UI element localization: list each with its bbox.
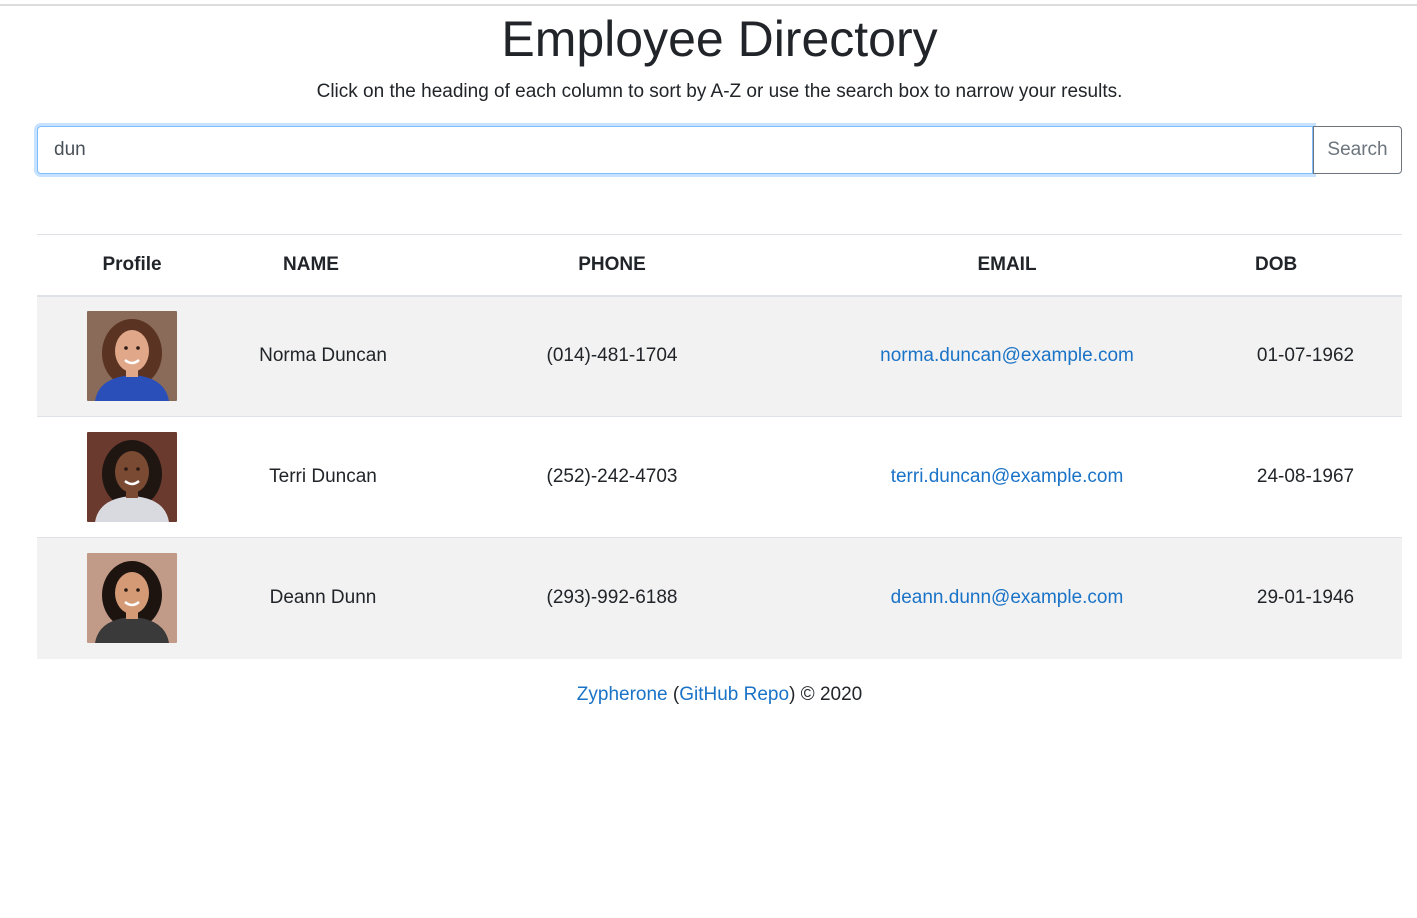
footer-copyright: ) © 2020 [789, 684, 863, 705]
footer-open-paren: ( [667, 684, 680, 705]
column-header-profile[interactable]: Profile [37, 234, 227, 297]
email-link[interactable]: deann.dunn@example.com [891, 587, 1124, 608]
page-title: Employee Directory [501, 11, 938, 67]
email-link[interactable]: norma.duncan@example.com [880, 345, 1134, 366]
table-row: Norma Duncan (014)-481-1704 norma.duncan… [37, 295, 1402, 417]
github-repo-link[interactable]: GitHub Repo [679, 684, 789, 705]
name-cell: Deann Dunn [227, 537, 419, 659]
footer: Zypherone (GitHub Repo) © 2020 [37, 683, 1402, 707]
dob-cell: 29-01-1946 [1209, 537, 1402, 659]
phone-cell: (252)-242-4703 [419, 416, 805, 538]
avatar [87, 311, 177, 402]
avatar [87, 553, 177, 644]
email-cell: norma.duncan@example.com [805, 296, 1209, 417]
name-cell: Terri Duncan [227, 416, 419, 538]
profile-cell [37, 416, 227, 538]
avatar [87, 432, 177, 522]
email-link[interactable]: terri.duncan@example.com [891, 466, 1124, 487]
column-header-email[interactable]: EMAIL [805, 234, 1209, 297]
column-header-dob[interactable]: DOB [1209, 234, 1402, 297]
profile-cell [37, 296, 227, 417]
dob-cell: 24-08-1967 [1209, 416, 1402, 538]
employee-table: Profile NAME PHONE EMAIL DOB Norma Dunca… [37, 234, 1402, 659]
column-header-name[interactable]: NAME [227, 234, 419, 297]
search-group: Search [37, 126, 1402, 174]
author-link[interactable]: Zypherone [577, 684, 668, 705]
email-cell: deann.dunn@example.com [805, 537, 1209, 659]
phone-cell: (014)-481-1704 [546, 345, 678, 367]
profile-cell [37, 537, 227, 659]
search-button[interactable]: Search [1313, 126, 1402, 174]
table-row: Deann Dunn (293)-992-6188 deann.dunn@exa… [37, 537, 1402, 659]
dob-cell: 01-07-1962 [1256, 345, 1355, 367]
column-header-phone[interactable]: PHONE [419, 234, 805, 297]
table-row: Terri Duncan (252)-242-4703 terri.duncan… [37, 416, 1402, 538]
search-input[interactable] [37, 126, 1313, 174]
top-border [0, 4, 1417, 6]
name-cell: Norma Duncan [259, 345, 387, 367]
page-subtitle: Click on the heading of each column to s… [316, 81, 1123, 102]
table-header-row: Profile NAME PHONE EMAIL DOB [37, 234, 1402, 297]
email-cell: terri.duncan@example.com [805, 416, 1209, 538]
phone-cell: (293)-992-6188 [419, 537, 805, 659]
